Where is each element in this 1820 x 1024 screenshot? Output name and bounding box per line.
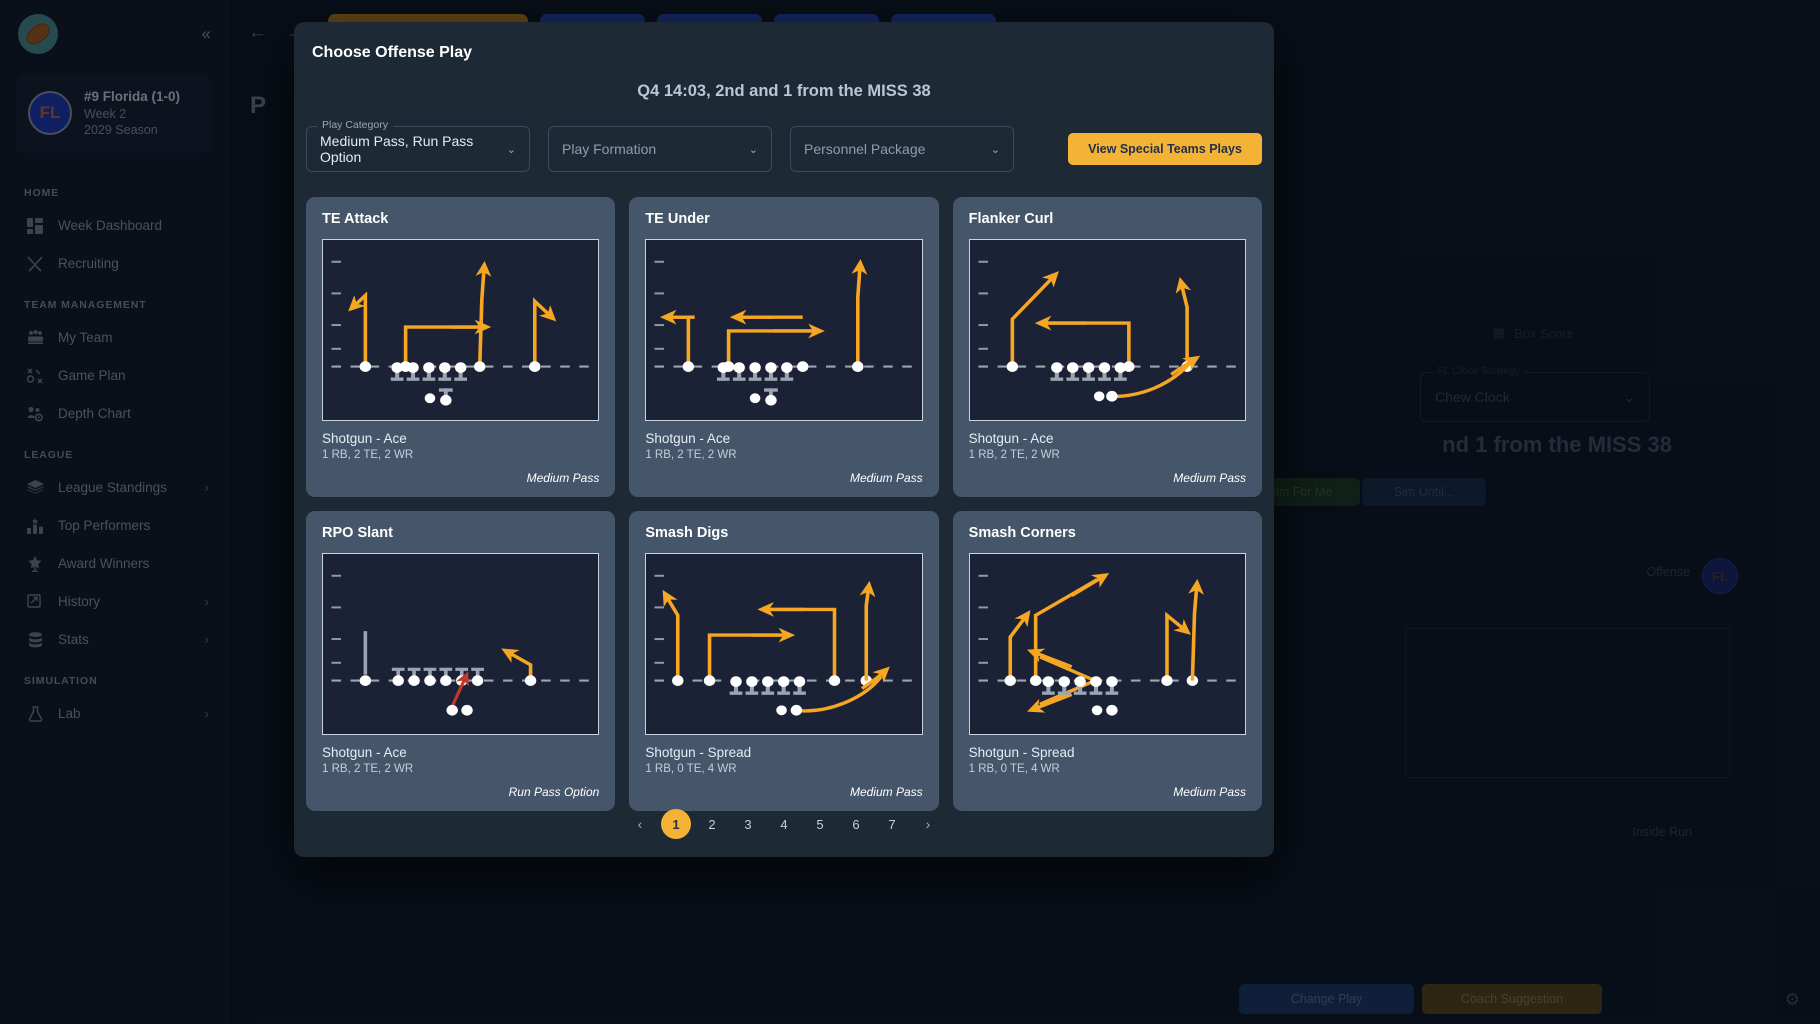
play-category-legend: Play Category: [317, 119, 393, 131]
personnel-package-select[interactable]: Personnel Package ⌄: [790, 126, 1014, 172]
personnel-package-wrap: Personnel Package ⌄: [790, 126, 1014, 172]
pagination-next[interactable]: ›: [913, 809, 943, 839]
pagination-page-5[interactable]: 5: [805, 809, 835, 839]
play-type: Run Pass Option: [508, 785, 600, 799]
play-card[interactable]: Smash Corners Shotgun - Spread 1 RB, 0 TE,…: [952, 511, 1262, 811]
play-formation-wrap: Play Formation ⌄: [548, 126, 772, 172]
play-category-value: Medium Pass, Run Pass Option: [320, 133, 474, 165]
play-personnel: 1 RB, 2 TE, 2 WR: [322, 449, 414, 461]
chevron-down-icon: ⌄: [990, 143, 1000, 156]
modal-title: Choose Offense Play: [312, 44, 473, 61]
app-root: « FL #9 Florida (1-0) Week 2 2029 Season…: [0, 0, 1820, 1024]
pagination-prev[interactable]: ‹: [625, 809, 655, 839]
pagination-page-3[interactable]: 3: [733, 809, 763, 839]
pagination-page-4[interactable]: 4: [769, 809, 799, 839]
pagination-page-6[interactable]: 6: [841, 809, 871, 839]
play-category-select[interactable]: Medium Pass, Run Pass Option ⌄: [306, 126, 530, 172]
play-name: TE Attack: [322, 211, 389, 227]
play-diagram: [322, 239, 600, 421]
play-type: Medium Pass: [1173, 785, 1246, 799]
play-diagram: [645, 553, 923, 735]
modal-filters: Play Category Medium Pass, Run Pass Opti…: [306, 119, 1262, 172]
play-personnel: 1 RB, 2 TE, 2 WR: [968, 449, 1060, 461]
play-formation: Shotgun - Ace: [322, 745, 407, 760]
play-formation: Shotgun - Ace: [968, 431, 1054, 446]
play-card-grid: TE Attack Shotgun - Ace 1 RB, 2 TE, 2 WR Me…: [306, 197, 1262, 811]
play-diagram: [322, 553, 600, 735]
view-special-teams-plays-button[interactable]: View Special Teams Plays: [1068, 133, 1262, 165]
pagination-page-2[interactable]: 2: [697, 809, 727, 839]
play-name: Smash Corners: [968, 525, 1076, 541]
play-personnel: 1 RB, 2 TE, 2 WR: [645, 449, 737, 461]
play-type: Medium Pass: [849, 471, 923, 485]
play-name: TE Under: [645, 211, 710, 227]
play-formation: Shotgun - Spread: [968, 745, 1075, 760]
play-diagram: [968, 553, 1246, 735]
play-personnel: 1 RB, 0 TE, 4 WR: [968, 763, 1060, 775]
play-diagram: [645, 239, 923, 421]
choose-offense-play-modal: Choose Offense Play Q4 14:03, 2nd and 1 …: [294, 22, 1274, 857]
play-card[interactable]: TE Attack Shotgun - Ace 1 RB, 2 TE, 2 WR Me…: [306, 197, 616, 497]
play-personnel: 1 RB, 0 TE, 4 WR: [645, 763, 737, 775]
pagination-page-1[interactable]: 1: [661, 809, 691, 839]
play-name: RPO Slant: [322, 525, 393, 541]
play-type: Medium Pass: [1173, 471, 1246, 485]
play-formation: Shotgun - Ace: [645, 431, 731, 446]
play-formation-select[interactable]: Play Formation ⌄: [548, 126, 772, 172]
play-name: Smash Digs: [645, 525, 729, 541]
play-category-wrap: Play Category Medium Pass, Run Pass Opti…: [306, 119, 530, 172]
play-type: Medium Pass: [526, 471, 600, 485]
pagination: ‹ 1 2 3 4 5 6 7 ›: [294, 809, 1274, 839]
chevron-down-icon: ⌄: [748, 143, 758, 156]
personnel-package-value: Personnel Package: [804, 141, 926, 157]
modal-situation: Q4 14:03, 2nd and 1 from the MISS 38: [637, 82, 931, 100]
play-card[interactable]: RPO Slant Shotgun - Ace 1 RB, 2 TE, 2 WR Ru…: [306, 511, 616, 811]
play-diagram: [968, 239, 1246, 421]
play-card[interactable]: Flanker Curl Shotgun - Ace 1 RB, 2 TE, 2 W…: [952, 197, 1262, 497]
play-formation-value: Play Formation: [562, 141, 657, 157]
chevron-down-icon: ⌄: [506, 143, 516, 156]
play-type: Medium Pass: [849, 785, 923, 799]
play-card[interactable]: Smash Digs Shotgun - Spread 1 RB, 0 TE, 4 …: [629, 511, 939, 811]
pagination-page-7[interactable]: 7: [877, 809, 907, 839]
play-formation: Shotgun - Spread: [645, 745, 752, 760]
play-formation: Shotgun - Ace: [322, 431, 407, 446]
play-card[interactable]: TE Under Shotgun - Ace 1 RB, 2 TE, 2 WR Med…: [629, 197, 939, 497]
play-personnel: 1 RB, 2 TE, 2 WR: [322, 763, 414, 775]
play-name: Flanker Curl: [968, 211, 1054, 227]
